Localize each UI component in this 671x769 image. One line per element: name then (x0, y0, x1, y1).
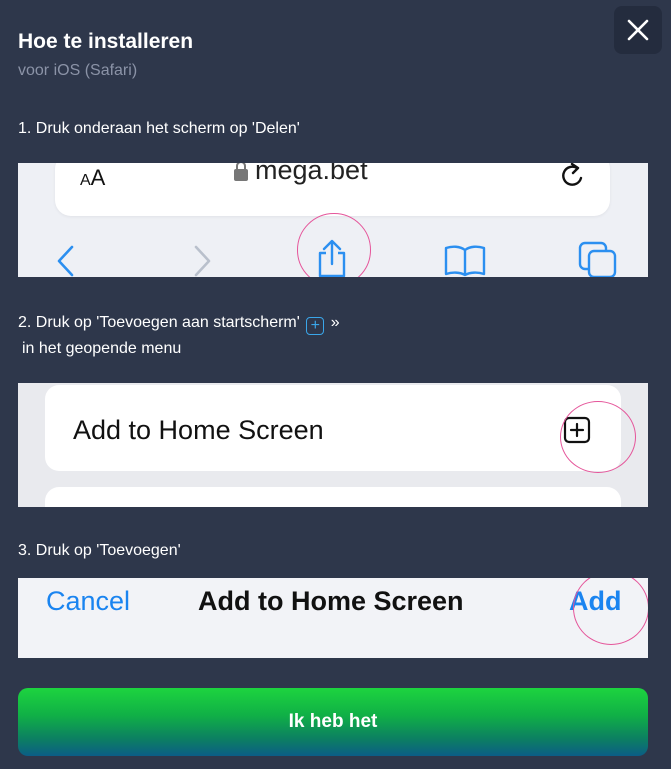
lock-icon (234, 163, 248, 181)
step-1-illustration: AA mega.bet (18, 163, 648, 277)
url-text: mega.bet (255, 163, 368, 185)
step-2-text: 2. Druk op 'Toevoegen aan startscherm' (18, 314, 300, 331)
reload-icon (562, 163, 583, 186)
bookmarks-icon (444, 245, 486, 277)
back-icon (57, 245, 74, 277)
modal-subtitle: voor iOS (Safari) (18, 62, 138, 79)
menu-item-label: Add to Home Screen (73, 415, 324, 445)
modal-title: Hoe te installeren (18, 30, 194, 53)
confirm-button[interactable]: Ik heb het (18, 688, 648, 756)
step-2-text-line2: in het geopende menu (22, 340, 182, 357)
tabs-icon (578, 241, 617, 277)
cancel-label: Cancel (46, 586, 131, 616)
highlight-circle-add (573, 578, 648, 645)
forward-icon (194, 245, 211, 277)
step-1-instruction: 1. Druk onderaan het scherm op 'Delen' (18, 120, 300, 137)
step-2-instruction: 2. Druk op 'Toevoegen aan startscherm' +… (18, 310, 340, 362)
highlight-circle-add-to-home (560, 401, 636, 473)
sheet-title: Add to Home Screen (198, 586, 464, 616)
highlight-circle-share (297, 213, 371, 277)
close-icon (627, 19, 649, 41)
safari-address-bar: AA mega.bet (55, 163, 610, 216)
close-button[interactable] (614, 6, 662, 54)
text-size-control: AA (80, 165, 106, 190)
step-3-instruction: 3. Druk op 'Toevoegen' (18, 542, 181, 559)
add-to-home-screen-menu-item: Add to Home Screen (45, 385, 621, 471)
step-2-illustration: Add to Home Screen (18, 383, 648, 507)
step-3-illustration: Cancel Add to Home Screen Add (18, 578, 648, 658)
plus-square-icon: + (306, 317, 325, 335)
menu-item-next (45, 487, 621, 507)
step-2-arrow: » (330, 314, 340, 331)
url-display: mega.bet (233, 163, 368, 186)
